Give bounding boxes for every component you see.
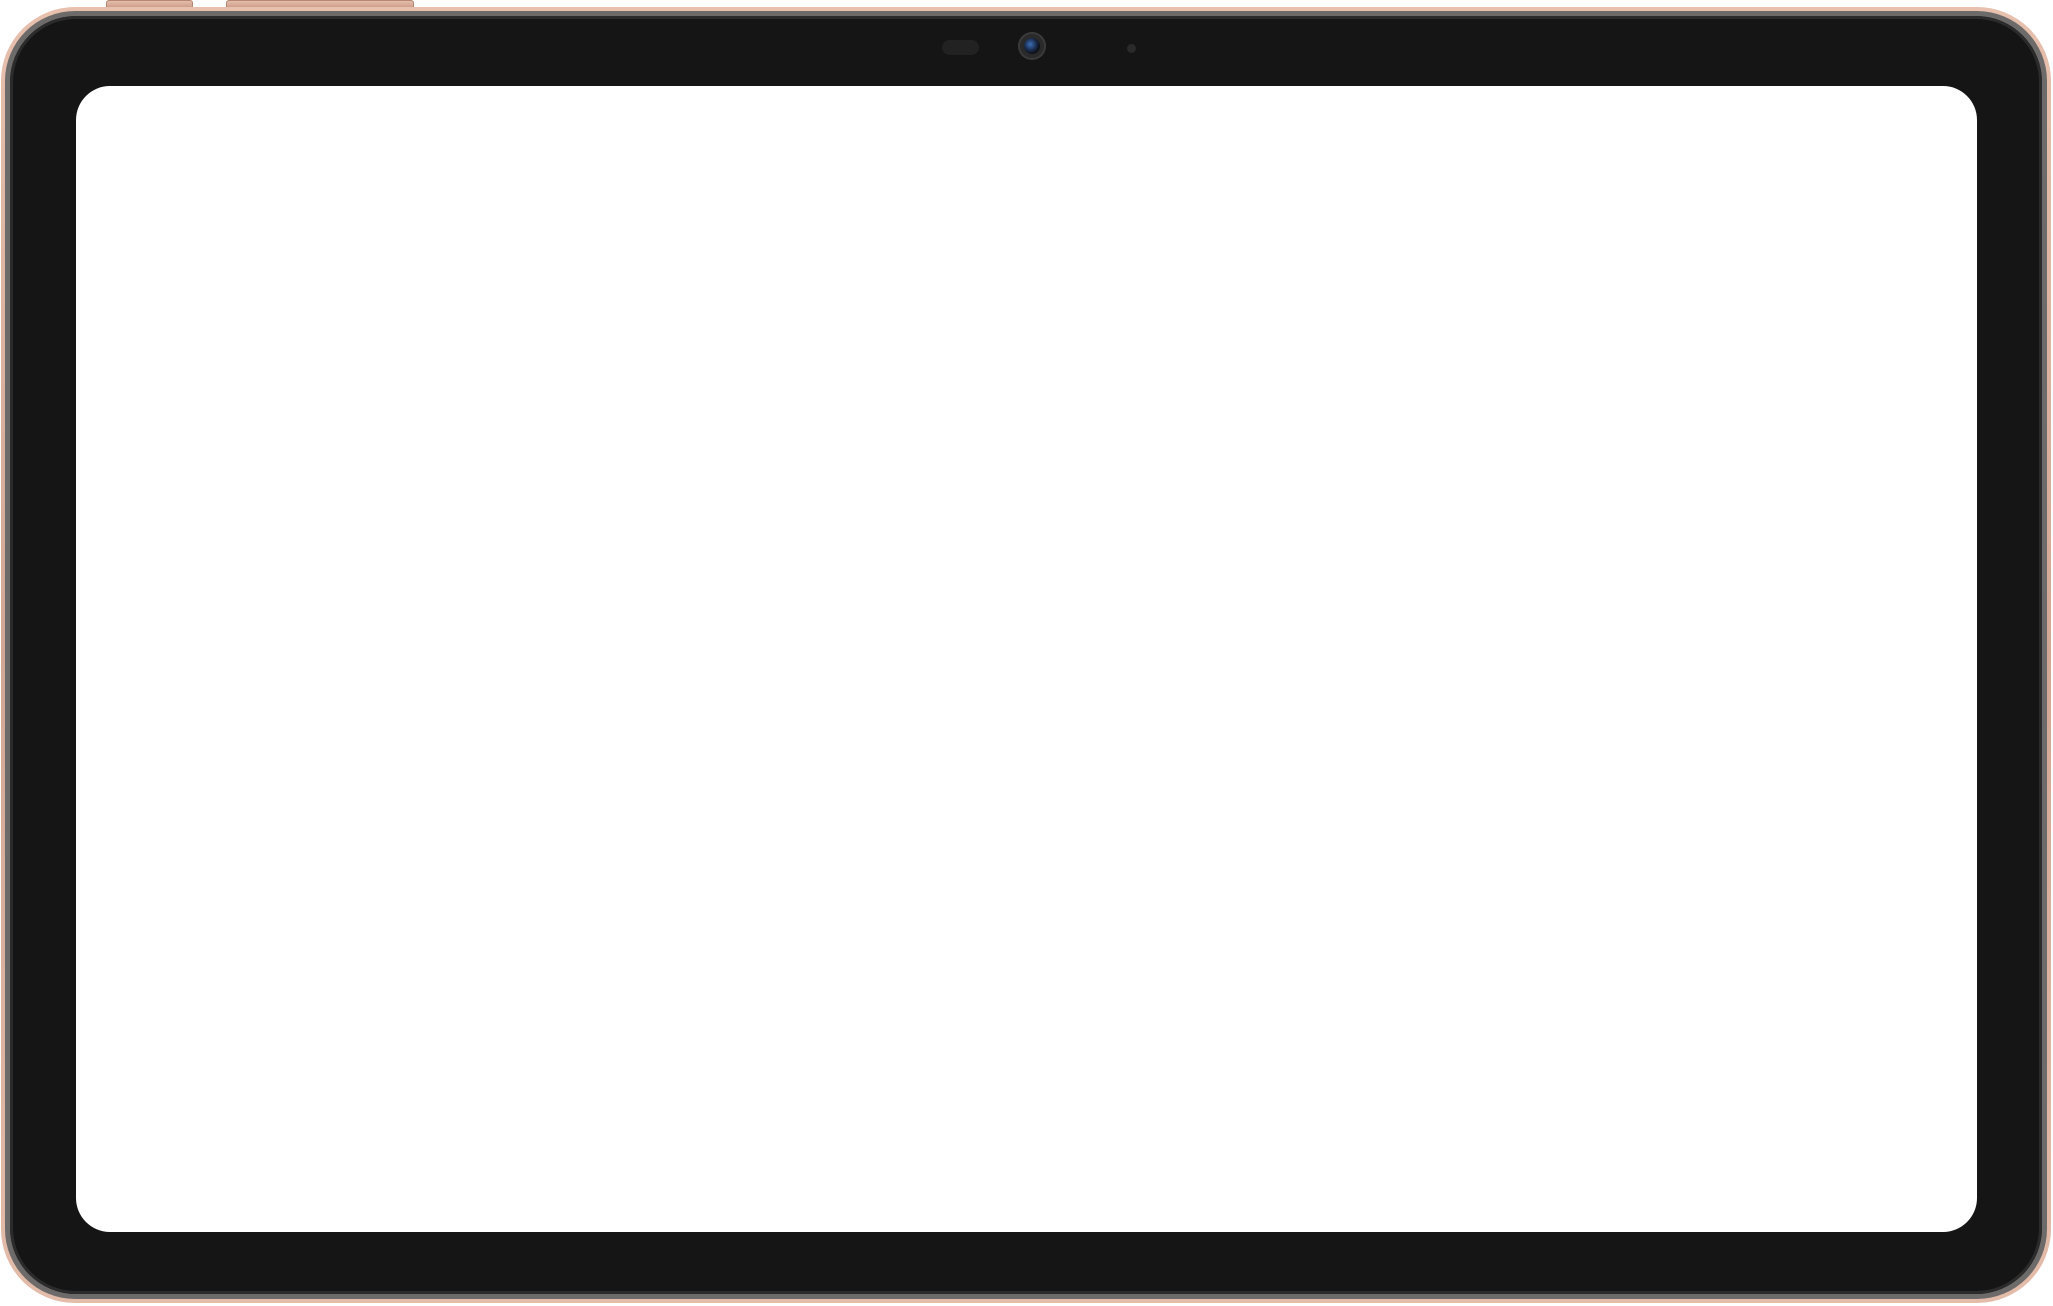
- device-bezel: [10, 16, 2042, 1294]
- light-sensor: [1127, 44, 1136, 53]
- tablet-mockup: [0, 0, 2053, 1306]
- device-screen: [76, 86, 1977, 1232]
- proximity-sensor: [942, 40, 979, 55]
- device-frame: [1, 7, 2051, 1303]
- camera-lens: [1024, 38, 1040, 54]
- front-camera-icon: [1018, 32, 1046, 60]
- frame-edge: [5, 11, 2047, 1299]
